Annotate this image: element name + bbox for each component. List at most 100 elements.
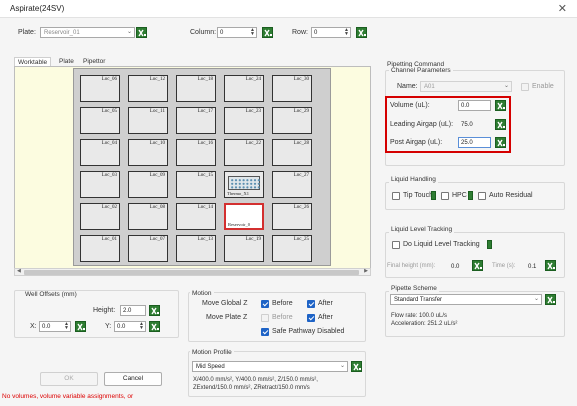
location-label: Loc_02 [101, 205, 117, 210]
column-variable-button[interactable] [262, 27, 273, 38]
height-input[interactable]: 2.0 [120, 305, 146, 316]
height-variable-button[interactable] [149, 305, 160, 316]
reservoir-item-name: Reservoir_0 [228, 222, 250, 227]
worktable-location[interactable]: Loc_19 [224, 235, 264, 262]
worktable-location[interactable]: Loc_28 [272, 139, 312, 166]
location-label: Loc_27 [293, 173, 309, 178]
worktable-location[interactable]: Loc_27 [272, 171, 312, 198]
motion-profile-select[interactable]: Mid Speed ⌄ [192, 361, 348, 372]
worktable-location[interactable]: Loc_08 [128, 203, 168, 230]
worktable-location[interactable]: Loc_22 [224, 139, 264, 166]
variable-x-icon [77, 323, 85, 331]
window-title: Aspirate(24SV) [10, 4, 65, 13]
worktable-canvas: Loc_06 Loc_12 Loc_18 Loc_24 Loc_30 Loc_05 Loc_… [14, 66, 371, 269]
error-message: No volumes, volume variable assignments,… [2, 393, 134, 400]
plate-z-before-label: Before [272, 314, 293, 321]
highlight-box [385, 96, 511, 153]
hpc-checkbox[interactable] [441, 192, 449, 200]
row-variable-button[interactable] [356, 27, 367, 38]
worktable-location[interactable]: Loc_18 [176, 75, 216, 102]
channel-name-select[interactable]: A01 ⌄ [420, 81, 512, 92]
worktable-location[interactable]: Loc_12 [128, 75, 168, 102]
y-offset-variable-button[interactable] [149, 321, 160, 332]
x-offset-variable-button[interactable] [75, 321, 86, 332]
spinner-icon[interactable]: ▲ ▼ [64, 322, 69, 331]
spinner-icon[interactable]: ▲ ▼ [250, 28, 255, 37]
spinner-icon[interactable]: ▲ ▼ [344, 28, 349, 37]
pipette-scheme-variable-button[interactable] [545, 294, 556, 305]
worktable-location[interactable]: Loc_15 [176, 171, 216, 198]
worktable-location[interactable]: Loc_05 [80, 107, 120, 134]
worktable-location[interactable]: Loc_29 [272, 107, 312, 134]
worktable-location[interactable]: Loc_24 [224, 75, 264, 102]
location-label: Loc_30 [293, 77, 309, 82]
worktable-location[interactable]: Thermo_X1 [224, 171, 264, 198]
x-offset-input[interactable]: 0.0 ▲ ▼ [39, 321, 71, 332]
worktable-location[interactable]: Loc_07 [128, 235, 168, 262]
column-input[interactable]: 0 ▲ ▼ [217, 27, 257, 38]
enable-checkbox[interactable] [521, 83, 529, 91]
worktable-location[interactable]: Loc_09 [128, 171, 168, 198]
auto-residual-checkbox[interactable] [478, 192, 486, 200]
worktable-location[interactable]: Loc_03 [80, 171, 120, 198]
plate-z-before-checkbox[interactable] [261, 314, 269, 322]
liquid-level-title: Liquid Level Tracking [389, 226, 455, 233]
tab-plate[interactable]: Plate [56, 57, 77, 66]
hpc-variable-button[interactable] [468, 191, 473, 200]
row-input[interactable]: 0 ▲ ▼ [311, 27, 351, 38]
worktable-location[interactable]: Loc_14 [176, 203, 216, 230]
do-tracking-checkbox[interactable] [392, 241, 400, 249]
cancel-button[interactable]: Cancel [104, 372, 162, 386]
worktable-location[interactable]: Loc_13 [176, 235, 216, 262]
scroll-left-icon[interactable]: ◀ [17, 268, 21, 274]
liquid-handling-title: Liquid Handling [389, 176, 438, 183]
final-height-input[interactable]: 0.0 [448, 261, 470, 272]
safe-pathway-checkbox[interactable] [261, 328, 269, 336]
worktable-location[interactable]: Loc_01 [80, 235, 120, 262]
global-z-before-checkbox[interactable] [261, 300, 269, 308]
plate-variable-button[interactable] [136, 27, 147, 38]
worktable-location[interactable]: Loc_17 [176, 107, 216, 134]
do-tracking-variable-button[interactable] [487, 240, 492, 249]
auto-residual-label: Auto Residual [489, 192, 533, 199]
scrollbar-thumb[interactable] [24, 270, 359, 275]
close-icon[interactable]: ✕ [558, 2, 567, 15]
worktable-location[interactable]: Loc_26 [272, 203, 312, 230]
worktable-location[interactable]: Loc_30 [272, 75, 312, 102]
x-offset-label: X: [30, 323, 37, 330]
plate-select-value: Reservoir_01 [44, 30, 80, 36]
worktable-location[interactable]: Loc_06 [80, 75, 120, 102]
tip-touch-checkbox[interactable] [392, 192, 400, 200]
location-label: Loc_12 [149, 77, 165, 82]
selected-reservoir-location[interactable]: Reservoir_0 [224, 203, 264, 230]
worktable-location[interactable]: Loc_04 [80, 139, 120, 166]
location-label: Loc_14 [197, 205, 213, 210]
pipette-scheme-select[interactable]: Standard Transfer ⌄ [390, 294, 542, 305]
motion-profile-variable-button[interactable] [351, 361, 362, 372]
time-variable-button[interactable] [545, 260, 556, 271]
motion-profile-line2: ZExtend/150.0 mm/s², ZRetract/150.0 mm/s [193, 385, 310, 391]
tab-pipettor[interactable]: Pipettor [80, 57, 108, 66]
worktable-location[interactable]: Loc_11 [128, 107, 168, 134]
worktable-location[interactable]: Loc_25 [272, 235, 312, 262]
worktable-location[interactable]: Loc_16 [176, 139, 216, 166]
plate-z-after-checkbox[interactable] [307, 314, 315, 322]
worktable-location[interactable]: Loc_10 [128, 139, 168, 166]
column-label: Column: [190, 29, 217, 36]
plate-select[interactable]: Reservoir_01 ⌄ [40, 27, 135, 38]
flow-rate-text: Flow rate: 100.0 uL/s [391, 313, 448, 319]
final-height-variable-button[interactable] [472, 260, 483, 271]
aspirate-dialog: Aspirate(24SV) ✕ Plate: Reservoir_01 ⌄ C… [0, 0, 577, 406]
horizontal-scrollbar[interactable]: ◀ ▶ [14, 268, 371, 276]
global-z-after-checkbox[interactable] [307, 300, 315, 308]
ok-button[interactable]: OK [40, 372, 98, 386]
time-input[interactable]: 0.1 [525, 261, 543, 272]
worktable-location[interactable]: Loc_02 [80, 203, 120, 230]
spinner-icon[interactable]: ▲ ▼ [139, 322, 144, 331]
height-label: Height: [93, 307, 116, 314]
global-z-before-label: Before [272, 300, 293, 307]
scroll-right-icon[interactable]: ▶ [364, 268, 368, 274]
y-offset-input[interactable]: 0.0 ▲ ▼ [114, 321, 146, 332]
worktable-location[interactable]: Loc_23 [224, 107, 264, 134]
tip-touch-variable-button[interactable] [431, 191, 436, 200]
